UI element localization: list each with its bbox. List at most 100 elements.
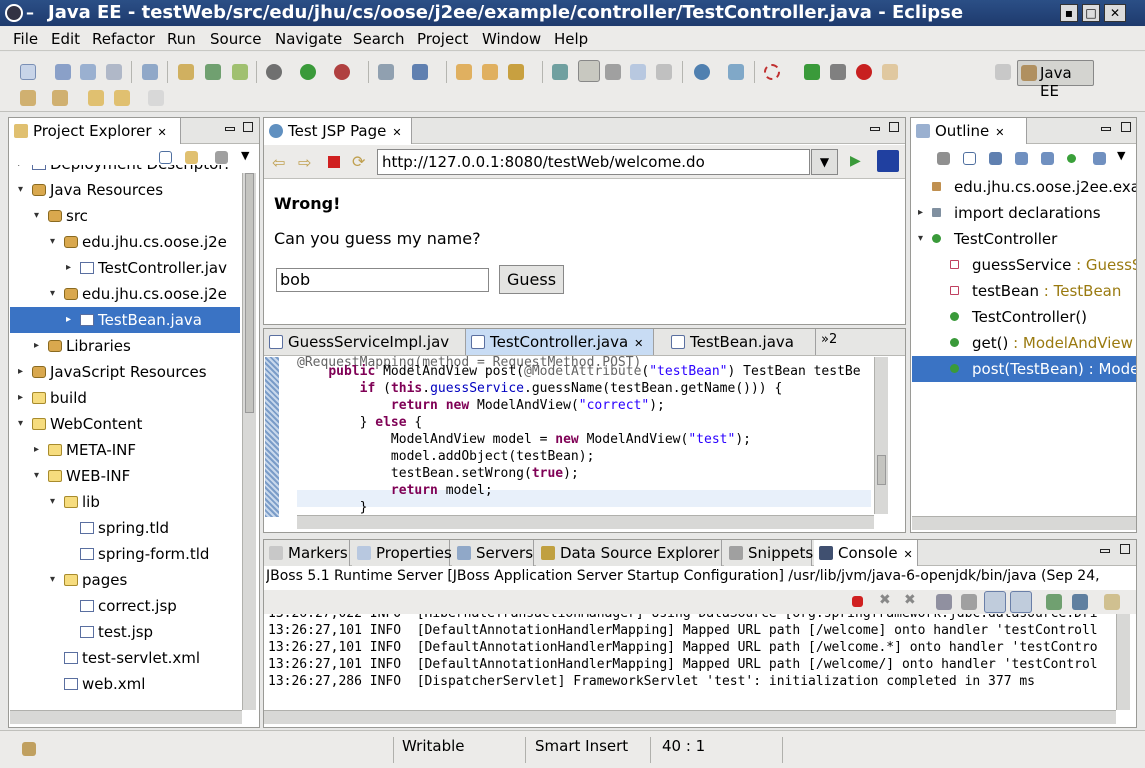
menu-help[interactable]: Help [554, 30, 588, 48]
collapse-arrow-icon[interactable]: ▸ [66, 255, 71, 281]
open-console-icon[interactable] [1104, 594, 1120, 610]
url-input[interactable]: http://127.0.0.1:8080/testWeb/welcome.do [377, 149, 810, 175]
suspend-icon[interactable] [830, 64, 846, 80]
expand-arrow-icon[interactable]: ▾ [34, 203, 39, 229]
search-tool-icon[interactable] [508, 64, 524, 80]
outline-item[interactable]: ▾ TestController [912, 226, 1136, 252]
open-perspective-icon[interactable] [995, 64, 1011, 80]
close-icon[interactable]: ✕ [158, 126, 167, 139]
new-package-icon[interactable] [205, 64, 221, 80]
menu-refactor[interactable]: Refactor [92, 30, 155, 48]
run-external-icon[interactable] [334, 64, 350, 80]
resume-icon[interactable] [804, 64, 820, 80]
tree-item[interactable]: ▸ TestBean.java [10, 307, 240, 333]
public-member-icon[interactable] [1067, 154, 1076, 163]
outline-item[interactable]: ▸ import declarations [912, 200, 1136, 226]
close-icon[interactable]: ✕ [904, 548, 913, 561]
maximize-icon[interactable] [243, 122, 253, 132]
maximize-icon[interactable] [1121, 122, 1131, 132]
editor-tab-testcontroller[interactable]: TestController.java ✕ [466, 329, 654, 355]
breakpoint-icon[interactable] [764, 64, 780, 80]
tree-item[interactable]: ▾ edu.jhu.cs.oose.j2e [10, 229, 240, 255]
debug-icon[interactable] [266, 64, 282, 80]
minimize-icon[interactable] [870, 127, 880, 131]
minimize-icon[interactable] [1100, 549, 1110, 553]
collapse-arrow-icon[interactable]: ▸ [18, 385, 23, 411]
expand-arrow-icon[interactable]: ▾ [50, 567, 55, 593]
tab-data-source-explorer[interactable]: Data Source Explorer [536, 540, 722, 566]
terminate-icon[interactable] [856, 64, 872, 80]
refresh-icon[interactable] [728, 64, 744, 80]
fast-view-icon[interactable] [22, 742, 36, 756]
menu-navigate[interactable]: Navigate [275, 30, 342, 48]
name-input[interactable]: bob [276, 268, 489, 292]
collapse-arrow-icon[interactable]: ▸ [34, 437, 39, 463]
browser-tab[interactable]: Test JSP Page ✕ [264, 118, 412, 144]
guess-button[interactable]: Guess [499, 265, 564, 294]
console-hscroll[interactable] [264, 710, 1116, 724]
editor-vscroll[interactable] [874, 357, 888, 514]
collapse-arrow-icon[interactable]: ▸ [18, 359, 23, 385]
tree-item[interactable]: ▾ lib [10, 489, 240, 515]
expand-arrow-icon[interactable]: ▾ [18, 177, 23, 203]
outline-item[interactable]: guessService : GuessS [912, 252, 1136, 278]
menu-window[interactable]: Window [482, 30, 541, 48]
tree-item[interactable]: ▸ TestController.jav [10, 255, 240, 281]
new-icon[interactable] [20, 64, 36, 80]
expand-arrow-icon[interactable]: ▾ [50, 281, 55, 307]
maximize-icon[interactable] [1120, 544, 1130, 554]
open-resource-icon[interactable] [482, 64, 498, 80]
terminate-icon[interactable] [852, 596, 863, 607]
web-browser-icon[interactable] [694, 64, 710, 80]
close-icon[interactable]: ✕ [995, 126, 1004, 139]
tree-item[interactable]: ▾ pages [10, 567, 240, 593]
menu-edit[interactable]: Edit [51, 30, 80, 48]
clear-console-icon[interactable] [936, 594, 952, 610]
refresh-icon[interactable]: ⟳ [352, 152, 365, 171]
run-icon[interactable] [300, 64, 316, 80]
forward-arrow-icon[interactable]: ⇨ [298, 153, 311, 172]
menu-project[interactable]: Project [417, 30, 468, 48]
tree-item[interactable]: ▸ JavaScript Resources [10, 359, 240, 385]
tree-item[interactable]: ▸ Libraries [10, 333, 240, 359]
back-icon[interactable] [114, 90, 130, 106]
close-icon[interactable]: ✕ [634, 337, 643, 350]
chevron-down-icon[interactable]: ▼ [241, 149, 249, 162]
menu-source[interactable]: Source [210, 30, 262, 48]
project-explorer-vscroll[interactable] [242, 173, 256, 710]
console-vscroll[interactable] [1116, 614, 1130, 710]
window-title-bar[interactable]: – Java EE - testWeb/src/edu/jhu/cs/oose/… [0, 0, 1145, 26]
minimize-icon[interactable] [1101, 127, 1111, 131]
maximize-window-button[interactable]: □ [1082, 4, 1100, 22]
tab-properties[interactable]: Properties [352, 540, 452, 566]
new-class-icon[interactable] [232, 64, 248, 80]
collapse-arrow-icon[interactable]: ▸ [18, 165, 23, 177]
collapse-all-icon[interactable] [159, 151, 172, 164]
expand-arrow-icon[interactable]: ▾ [34, 463, 39, 489]
tree-item[interactable]: ▸ Deployment Descriptor: [10, 165, 240, 177]
sort-icon[interactable] [989, 152, 1002, 165]
chevron-down-icon[interactable]: ▼ [1117, 149, 1125, 162]
tree-item[interactable]: ▾ WebContent [10, 411, 240, 437]
expand-arrow-icon[interactable]: ▾ [50, 229, 55, 255]
minimize-icon[interactable] [225, 127, 235, 131]
tree-item[interactable]: test-servlet.xml [10, 645, 240, 671]
link-editor-icon[interactable] [185, 151, 198, 164]
show-whitespace-icon[interactable] [656, 64, 672, 80]
editor-tab-testbean[interactable]: TestBean.java [666, 329, 816, 355]
tab-markers[interactable]: Markers [264, 540, 350, 566]
menu-run[interactable]: Run [167, 30, 196, 48]
eclipse-app-icon[interactable] [5, 4, 23, 22]
hide-fields-icon[interactable] [937, 152, 950, 165]
print-icon[interactable] [106, 64, 122, 80]
outline-tab[interactable]: Outline ✕ [911, 118, 1027, 144]
menu-file[interactable]: File [13, 30, 38, 48]
maximize-icon[interactable] [889, 122, 899, 132]
tree-item[interactable]: test.jsp [10, 619, 240, 645]
tree-item[interactable]: web.xml [10, 671, 240, 697]
show-stdout-icon[interactable] [984, 591, 1006, 613]
highlight-icon[interactable] [578, 60, 600, 82]
outline-item[interactable]: post(TestBean) : Mode [912, 356, 1136, 382]
view-menu-icon[interactable] [215, 151, 228, 164]
pin-console-icon[interactable] [1046, 594, 1062, 610]
